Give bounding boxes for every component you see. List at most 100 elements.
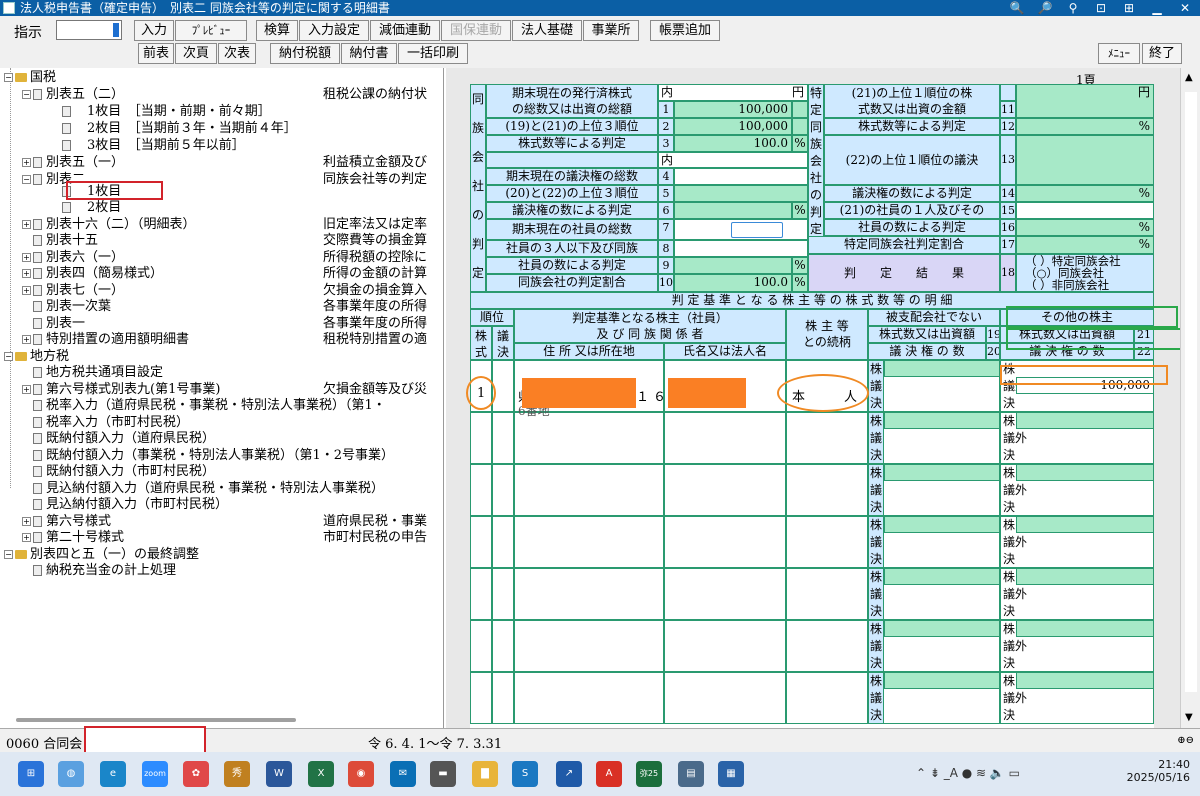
- flower-icon[interactable]: ✿: [183, 761, 209, 787]
- expand-icon[interactable]: +: [22, 253, 31, 262]
- detail-rank-kabu[interactable]: [470, 516, 492, 568]
- edge-icon[interactable]: e: [100, 761, 126, 787]
- detail-share-a[interactable]: [884, 672, 1000, 689]
- entry-address-num[interactable]: １６: [636, 386, 670, 405]
- payment-slip-button[interactable]: 納付書: [341, 43, 397, 64]
- tree-node-final-adjust[interactable]: − 別表四と五（一）の最終調整: [4, 546, 199, 563]
- row15-value[interactable]: [1016, 202, 1154, 219]
- mail-icon[interactable]: ✉: [390, 761, 416, 787]
- folder-icon[interactable]: ▇: [472, 761, 498, 787]
- detail-relation[interactable]: [786, 412, 868, 464]
- detail-rank-gi[interactable]: [492, 360, 514, 412]
- detail-share-a[interactable]: [884, 412, 1000, 429]
- collapse-icon[interactable]: −: [4, 352, 13, 361]
- detail-name[interactable]: [664, 412, 786, 464]
- detail-name[interactable]: [664, 516, 786, 568]
- expand-icon[interactable]: +: [22, 533, 31, 542]
- detail-address[interactable]: [514, 568, 664, 620]
- tree-node-beppyo7-1[interactable]: + 別表七（一） 欠損金の損金算入: [22, 282, 442, 299]
- row13-value[interactable]: [1016, 135, 1154, 185]
- row5-value[interactable]: [674, 185, 808, 202]
- row4-value[interactable]: [674, 168, 808, 185]
- scroll-up-icon[interactable]: ▲: [1185, 72, 1193, 83]
- expand-icon[interactable]: +: [22, 517, 31, 526]
- detail-address[interactable]: [514, 516, 664, 568]
- search-doc-icon[interactable]: 🔎: [1036, 0, 1054, 16]
- depreciation-link-button[interactable]: 減価連動: [370, 20, 440, 41]
- batch-print-button[interactable]: 一括印刷: [398, 43, 468, 64]
- row14-value[interactable]: %: [1016, 185, 1154, 202]
- detail-rank-gi[interactable]: [492, 568, 514, 620]
- detail-rank-kabu[interactable]: [470, 620, 492, 672]
- add-form-button[interactable]: 帳票追加: [650, 20, 720, 41]
- preview-button[interactable]: ﾌﾟﾚﾋﾞｭｰ: [175, 20, 247, 41]
- scanner-icon[interactable]: ▤: [678, 761, 704, 787]
- search-zoom-icon[interactable]: 🔍: [1008, 0, 1026, 16]
- row12-value[interactable]: %: [1016, 118, 1154, 135]
- detail-name[interactable]: [664, 672, 786, 724]
- tree-node-chihouzei[interactable]: − 地方税: [4, 348, 69, 365]
- detail-rank-kabu[interactable]: [470, 412, 492, 464]
- search-alt-icon[interactable]: ⚲: [1064, 0, 1082, 16]
- tree-node-tax-rate-city[interactable]: 税率入力（市町村民税）: [22, 414, 189, 431]
- detail-rank-gi[interactable]: [492, 464, 514, 516]
- tree-node-beppyo4[interactable]: + 別表四（簡易様式） 所得の金額の計算: [22, 265, 442, 282]
- judgement-options[interactable]: （ ）特定同族会社 （○）同族会社 （ ）非同族会社: [1016, 254, 1154, 292]
- detail-address[interactable]: [514, 464, 664, 516]
- scroll-down-icon[interactable]: ▼: [1185, 712, 1193, 723]
- excel-icon[interactable]: X: [308, 761, 334, 787]
- tree-node-page3[interactable]: 3枚目 ［当期前５年以前］: [62, 137, 245, 154]
- pen-icon[interactable]: ▬: [430, 761, 456, 787]
- system-tray-icons[interactable]: ⌃ ⇟ _A ● ≋ 🔈 ▭: [916, 766, 1020, 780]
- option-hidozoku[interactable]: （ ）非同族会社: [1025, 279, 1153, 291]
- detail-share-b[interactable]: [1016, 516, 1154, 533]
- detail-address[interactable]: [514, 620, 664, 672]
- row11-value[interactable]: 円: [1016, 84, 1154, 118]
- detail-relation[interactable]: [786, 620, 868, 672]
- detail-share-b[interactable]: [1016, 620, 1154, 637]
- detail-rank-gi[interactable]: [492, 620, 514, 672]
- input-button[interactable]: 入力: [134, 20, 174, 41]
- tree-node-tax-provision[interactable]: 納税充当金の計上処理: [22, 562, 176, 579]
- collapse-icon[interactable]: −: [4, 73, 13, 82]
- row1-value[interactable]: 100,000: [674, 101, 792, 118]
- detail-relation[interactable]: [786, 672, 868, 724]
- expand-icon[interactable]: +: [22, 158, 31, 167]
- row3-value[interactable]: 100.0: [674, 135, 792, 152]
- corp-basics-button[interactable]: 法人基礎: [512, 20, 582, 41]
- detail-rank-gi[interactable]: [492, 672, 514, 724]
- pdf-icon[interactable]: A: [596, 761, 622, 787]
- detail-relation[interactable]: [786, 516, 868, 568]
- row9-value[interactable]: [674, 257, 792, 274]
- expand-icon[interactable]: +: [22, 269, 31, 278]
- clock[interactable]: 21:40 2025/05/16: [1127, 758, 1190, 784]
- help-icon[interactable]: ⊞: [1120, 0, 1138, 16]
- next-table-button[interactable]: 次表: [218, 43, 256, 64]
- detail-name[interactable]: [664, 568, 786, 620]
- kokuho-link-button[interactable]: 国保連動: [441, 20, 511, 41]
- earth-icon[interactable]: ◍: [58, 761, 84, 787]
- kenzan-button[interactable]: 検算: [256, 20, 298, 41]
- tree-node-paid-business[interactable]: 既納付額入力（事業税・特別法人事業税）（第1・2号事業）: [22, 447, 394, 464]
- tree-horizontal-scrollbar[interactable]: [16, 718, 296, 722]
- detail-share-b[interactable]: [1016, 672, 1154, 689]
- detail-share-a[interactable]: [884, 568, 1000, 585]
- tree-node-beppyo1[interactable]: 別表一 各事業年度の所得: [22, 315, 442, 332]
- tree-node-kokuzei[interactable]: − 国税: [4, 69, 56, 86]
- detail-share-b[interactable]: [1016, 464, 1154, 481]
- expand-icon[interactable]: +: [22, 220, 31, 229]
- detail-relation[interactable]: [786, 568, 868, 620]
- tree-node-form20[interactable]: + 第二十号様式 市町村民税の申告: [22, 529, 442, 546]
- tax-payment-button[interactable]: 納付税額: [270, 43, 340, 64]
- zoom-icon[interactable]: zoom: [142, 761, 168, 787]
- detail-share-a[interactable]: [884, 620, 1000, 637]
- shiji-input[interactable]: [56, 20, 122, 40]
- tree-node-beppyo15[interactable]: 別表十五 交際費等の損金算: [22, 232, 442, 249]
- tree-node-expected-pref[interactable]: 見込納付額入力（道府県民税・事業税・特別法人事業税）: [22, 480, 384, 497]
- detail-share-a[interactable]: [884, 360, 1000, 377]
- row8-value[interactable]: [674, 240, 808, 257]
- collapse-icon[interactable]: −: [22, 90, 31, 99]
- tree-node-beppyo5-2[interactable]: − 別表五（二） 租税公課の納付状: [22, 86, 442, 103]
- detail-rank-gi[interactable]: [492, 516, 514, 568]
- chrome-icon[interactable]: ◉: [348, 761, 374, 787]
